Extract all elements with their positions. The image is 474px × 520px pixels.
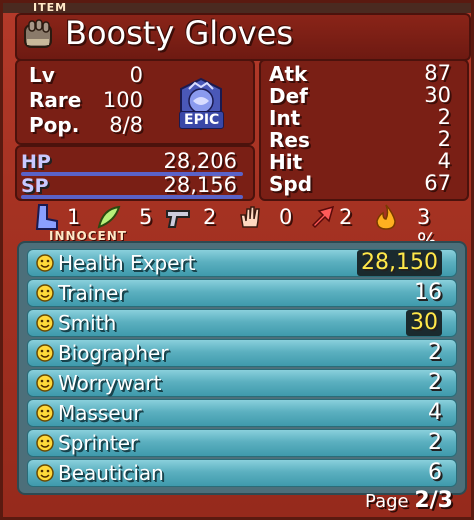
- arrow-icon: [311, 205, 335, 229]
- innocent-row-smith[interactable]: Smith 30: [27, 309, 457, 337]
- innocent-tag: INNOCENT: [49, 229, 127, 243]
- gun-icon: [166, 210, 190, 228]
- smiley-icon: [36, 284, 54, 302]
- stat-value-def: 30: [424, 83, 451, 107]
- page-indicator[interactable]: Page 2/3: [365, 488, 453, 513]
- resistance-value: 0: [279, 205, 293, 229]
- smiley-icon: [36, 434, 54, 452]
- stat-label-pop: Pop.: [29, 113, 80, 137]
- resistance-value: 2: [339, 205, 353, 229]
- stat-label-atk: Atk: [269, 62, 308, 86]
- sp-bar: [21, 195, 243, 199]
- hand-icon: [240, 206, 260, 228]
- stat-value-int: 2: [437, 105, 451, 129]
- smiley-icon: [36, 344, 54, 362]
- innocent-name: Smith: [58, 311, 117, 335]
- innocent-row-sprinter[interactable]: Sprinter 2: [27, 429, 457, 457]
- innocent-level: 2: [428, 340, 442, 365]
- innocent-name: Beautician: [58, 461, 164, 485]
- stat-label-lv: Lv: [29, 63, 55, 87]
- hp-value: 28,206: [163, 149, 237, 173]
- stat-value-rare: 100: [102, 88, 143, 112]
- stat-value-pop: 8/8: [109, 113, 143, 137]
- innocent-name: Trainer: [58, 281, 127, 305]
- resistance-value: 1: [67, 205, 81, 229]
- stat-value-res: 2: [437, 127, 451, 151]
- resistance-value: 5: [139, 205, 153, 229]
- gloves-icon: [24, 19, 52, 48]
- stat-label-res: Res: [269, 128, 310, 152]
- item-tag: ITEM: [33, 1, 68, 14]
- smiley-icon: [36, 254, 54, 272]
- innocent-row-trainer[interactable]: Trainer 16: [27, 279, 457, 307]
- stat-value-spd: 67: [424, 171, 451, 195]
- fire-icon: [376, 204, 396, 230]
- innocent-level: 6: [428, 460, 442, 485]
- innocent-level: 2: [428, 370, 442, 395]
- innocent-name: Worrywart: [58, 371, 162, 395]
- stat-label-rare: Rare: [29, 88, 82, 112]
- smiley-icon: [36, 404, 54, 422]
- innocent-level: 4: [428, 400, 442, 425]
- stat-value-lv: 0: [129, 63, 143, 87]
- sp-value: 28,156: [163, 173, 237, 197]
- stat-label-hit: Hit: [269, 150, 303, 174]
- innocent-row-worrywart[interactable]: Worrywart 2: [27, 369, 457, 397]
- stat-value-atk: 87: [424, 61, 451, 85]
- innocent-level: 16: [414, 280, 442, 305]
- innocent-name: Sprinter: [58, 431, 139, 455]
- boot-icon: [35, 204, 58, 230]
- innocent-name: Biographer: [58, 341, 169, 365]
- innocent-level: 30: [406, 310, 442, 336]
- innocent-level: 28,150: [357, 250, 442, 276]
- top-strip: [3, 3, 471, 13]
- innocent-level: 2: [428, 430, 442, 455]
- stat-label-def: Def: [269, 84, 308, 108]
- stat-value-hit: 4: [437, 149, 451, 173]
- page-value: 2/3: [414, 488, 453, 513]
- innocent-row-biographer[interactable]: Biographer 2: [27, 339, 457, 367]
- smiley-icon: [36, 464, 54, 482]
- innocent-row-beautician[interactable]: Beautician 6: [27, 459, 457, 487]
- stat-label-spd: Spd: [269, 172, 313, 196]
- item-name: Boosty Gloves: [65, 14, 293, 52]
- page-label: Page: [365, 491, 409, 512]
- innocent-row-health-expert[interactable]: Health Expert 28,150: [27, 249, 457, 277]
- sp-label: SP: [21, 175, 49, 197]
- hp-label: HP: [21, 151, 51, 173]
- item-status-screen: ITEM Boosty Gloves Lv 0 Rare 100 Pop. 8/…: [0, 0, 474, 520]
- innocent-row-masseur[interactable]: Masseur 4: [27, 399, 457, 427]
- rarity-label: EPIC: [179, 111, 225, 129]
- resistance-value: 2: [203, 205, 217, 229]
- smiley-icon: [36, 314, 54, 332]
- feather-icon: [97, 205, 121, 229]
- smiley-icon: [36, 374, 54, 392]
- stat-label-int: Int: [269, 106, 301, 130]
- innocent-name: Masseur: [58, 401, 142, 425]
- innocent-name: Health Expert: [58, 251, 196, 275]
- innocent-panel: Health Expert 28,150 Trainer 16 Smith 30…: [17, 241, 467, 495]
